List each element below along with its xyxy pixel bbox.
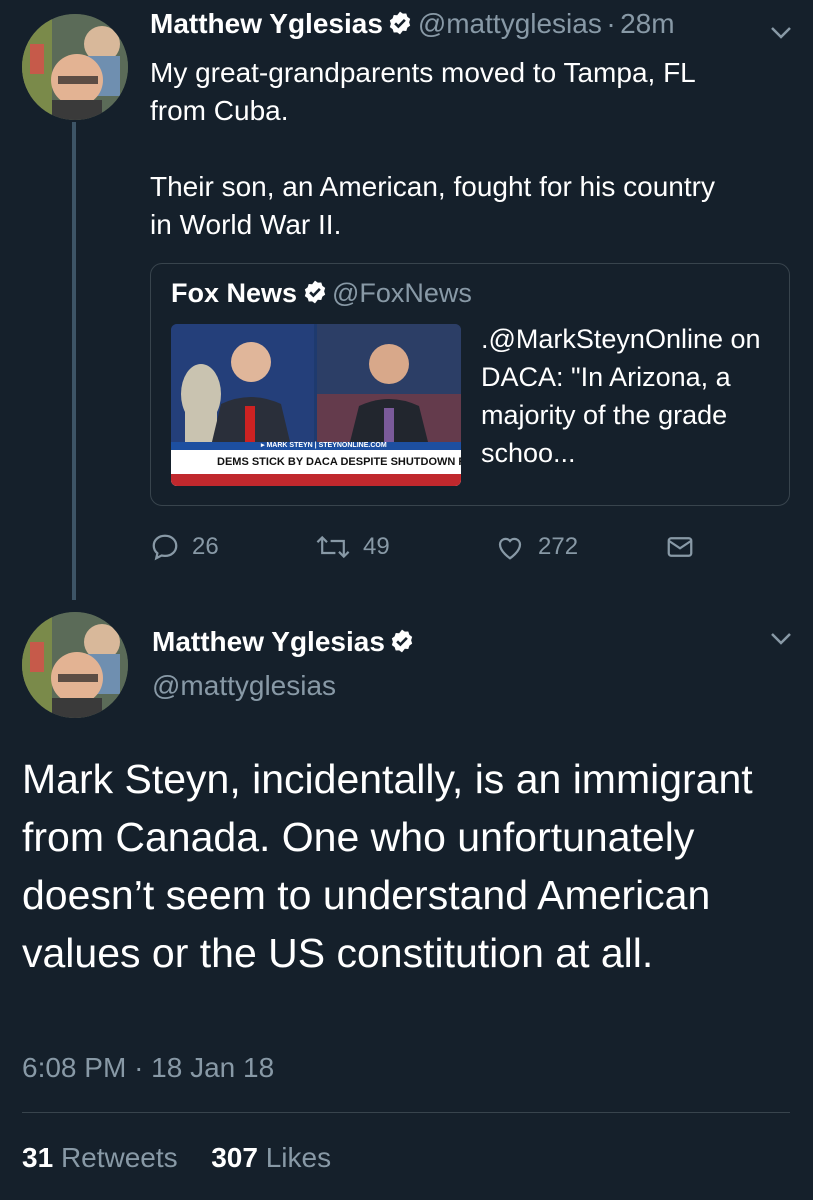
like-button[interactable]: 272 xyxy=(494,532,578,562)
tweet2-text: Mark Steyn, incidentally, is an immigran… xyxy=(22,756,753,976)
verified-icon xyxy=(392,629,413,653)
avatar-photo xyxy=(22,612,128,718)
quote-author-name: Fox News xyxy=(171,278,298,308)
verified-icon xyxy=(390,11,411,35)
avatar[interactable] xyxy=(22,14,128,120)
reply-count: 26 xyxy=(192,533,219,560)
author-handle[interactable]: @mattyglesias xyxy=(152,670,336,702)
tweet-time: 6:08 PM xyxy=(22,1052,127,1083)
tweet2-timestamp[interactable]: 6:08 PM · 18 Jan 18 xyxy=(22,1052,274,1084)
tweet1-header: Matthew Yglesias @mattyglesias · 28m xyxy=(150,8,675,40)
likes-count: 307 xyxy=(211,1142,258,1173)
likes-stat[interactable]: 307 Likes xyxy=(211,1142,331,1173)
tweet-date: 18 Jan 18 xyxy=(151,1052,275,1083)
reply-button[interactable]: 26 xyxy=(150,532,219,562)
reply-icon xyxy=(152,534,178,561)
tweet2-author: Matthew Yglesias xyxy=(152,626,415,658)
author-name[interactable]: Matthew Yglesias xyxy=(150,8,383,39)
separator-dot: · xyxy=(606,8,616,39)
divider xyxy=(22,1112,790,1113)
retweet-count: 49 xyxy=(363,533,390,560)
separator-dot: · xyxy=(134,1052,144,1083)
chevron-down-icon[interactable] xyxy=(770,632,792,646)
likes-label: Likes xyxy=(265,1142,332,1173)
author-name[interactable]: Matthew Yglesias xyxy=(152,626,385,657)
thread-connector-line xyxy=(72,122,76,600)
retweets-label: Retweets xyxy=(60,1142,178,1173)
tweet1-text: My great-grandparents moved to Tampa, FL… xyxy=(150,57,715,240)
chyron-subtitle: ▸ MARK STEYN | STEYNONLINE.COM xyxy=(261,442,387,449)
verified-icon xyxy=(304,280,325,304)
quote-text: .@MarkSteynOnline on DACA: "In Arizona, … xyxy=(481,324,761,468)
avatar[interactable] xyxy=(22,612,128,718)
engagement-stats: 31 Retweets 307 Likes xyxy=(22,1142,331,1174)
quote-media-thumbnail[interactable]: ▸ MARK STEYN | STEYNONLINE.COM DEMS STIC… xyxy=(171,324,461,486)
retweets-stat[interactable]: 31 Retweets xyxy=(22,1142,185,1173)
like-count: 272 xyxy=(538,533,579,560)
dm-icon xyxy=(667,537,693,557)
quote-tweet-card[interactable]: Fox News @FoxNews ▸ MARK STEYN | STEYNON… xyxy=(150,263,790,506)
direct-message-button[interactable] xyxy=(664,532,696,562)
chyron-headline: DEMS STICK BY DACA DESPITE SHUTDOWN RISK xyxy=(217,456,461,468)
tweet-time[interactable]: 28m xyxy=(620,8,674,39)
avatar-photo xyxy=(22,14,128,120)
retweet-button[interactable]: 49 xyxy=(315,532,390,562)
chevron-down-icon[interactable] xyxy=(770,26,792,40)
retweet-icon xyxy=(316,535,350,559)
like-icon xyxy=(498,537,522,560)
author-handle[interactable]: @mattyglesias xyxy=(418,8,602,39)
quote-header: Fox News @FoxNews xyxy=(171,278,472,309)
retweets-count: 31 xyxy=(22,1142,54,1173)
quote-author-handle: @FoxNews xyxy=(331,278,472,308)
